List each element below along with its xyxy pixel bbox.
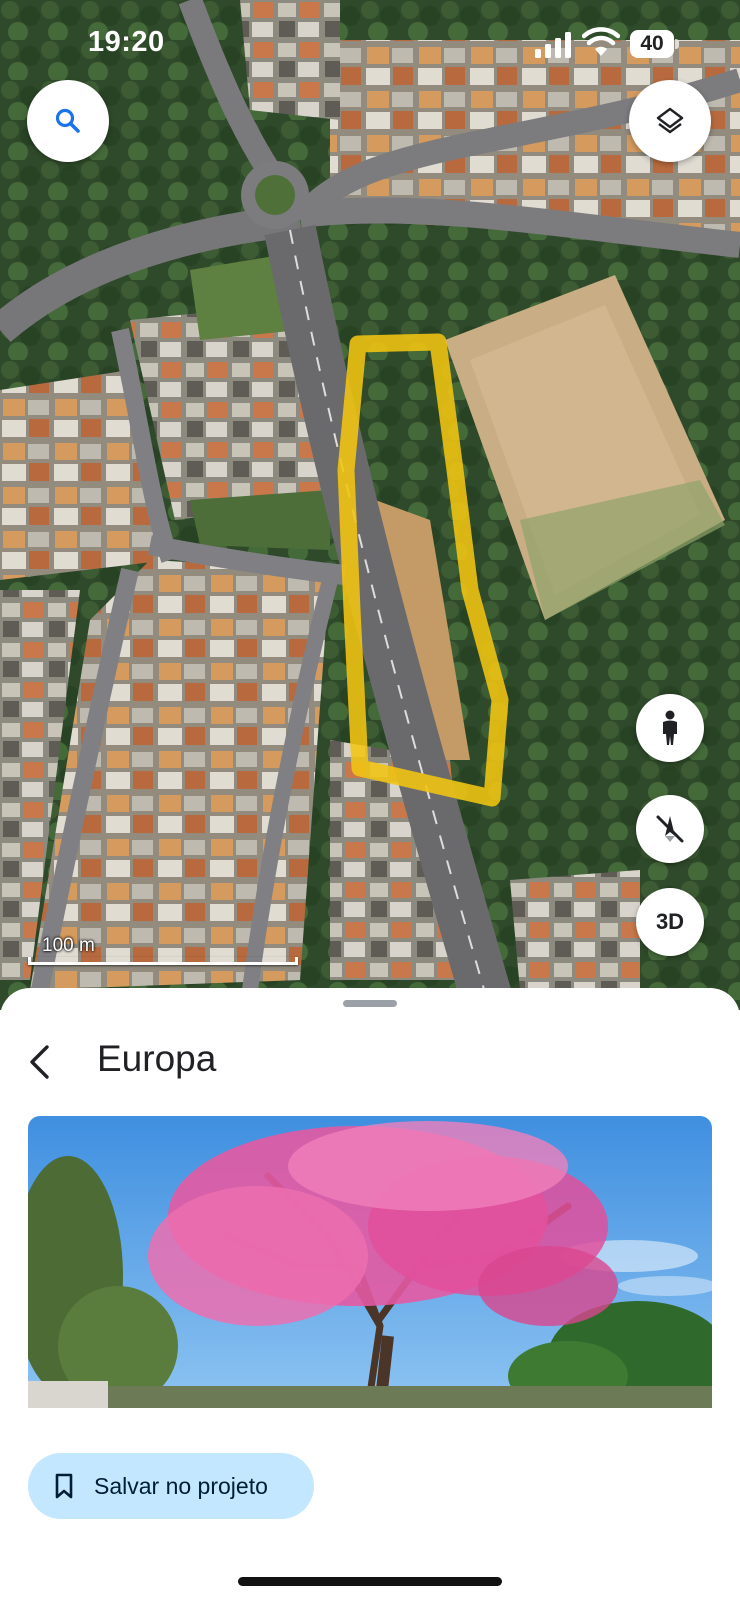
- back-arrow-icon: [30, 1045, 49, 1079]
- save-to-project-button[interactable]: Salvar no projeto: [28, 1453, 314, 1519]
- battery-icon: 40: [630, 30, 680, 58]
- back-button[interactable]: [18, 1040, 62, 1084]
- signal-icon: [535, 32, 571, 58]
- layers-icon: [656, 107, 684, 134]
- place-title: Europa: [97, 1038, 217, 1079]
- compass-icon: [656, 815, 684, 843]
- compass-button[interactable]: [636, 795, 704, 863]
- place-photo[interactable]: [28, 1116, 712, 1408]
- scale-label: 100 m: [42, 935, 95, 956]
- wifi-icon: [582, 27, 620, 56]
- status-time: 19:20: [88, 26, 165, 58]
- status-bar: 19:20 40: [0, 0, 740, 88]
- save-button-label: Salvar no projeto: [94, 1472, 268, 1499]
- pegman-icon: [663, 710, 677, 745]
- bookmark-icon: [55, 1473, 73, 1499]
- place-bottom-sheet[interactable]: Europa Salvar no projeto: [0, 988, 740, 1600]
- battery-level: 40: [640, 32, 664, 55]
- sheet-drag-handle[interactable]: [343, 1000, 397, 1007]
- scale-line: [28, 957, 298, 965]
- search-button[interactable]: [27, 80, 109, 162]
- street-view-button[interactable]: [636, 694, 704, 762]
- satellite-map[interactable]: 19:20 40 3D 100 m: [0, 0, 740, 1010]
- home-indicator[interactable]: [238, 1577, 502, 1586]
- layers-button[interactable]: [629, 80, 711, 162]
- pink-ipe-tree-photo: [28, 1116, 712, 1408]
- view-3d-button[interactable]: 3D: [636, 888, 704, 956]
- search-icon: [55, 108, 80, 133]
- satellite-imagery: [0, 0, 740, 1010]
- map-scale-bar: 100 m: [28, 935, 298, 965]
